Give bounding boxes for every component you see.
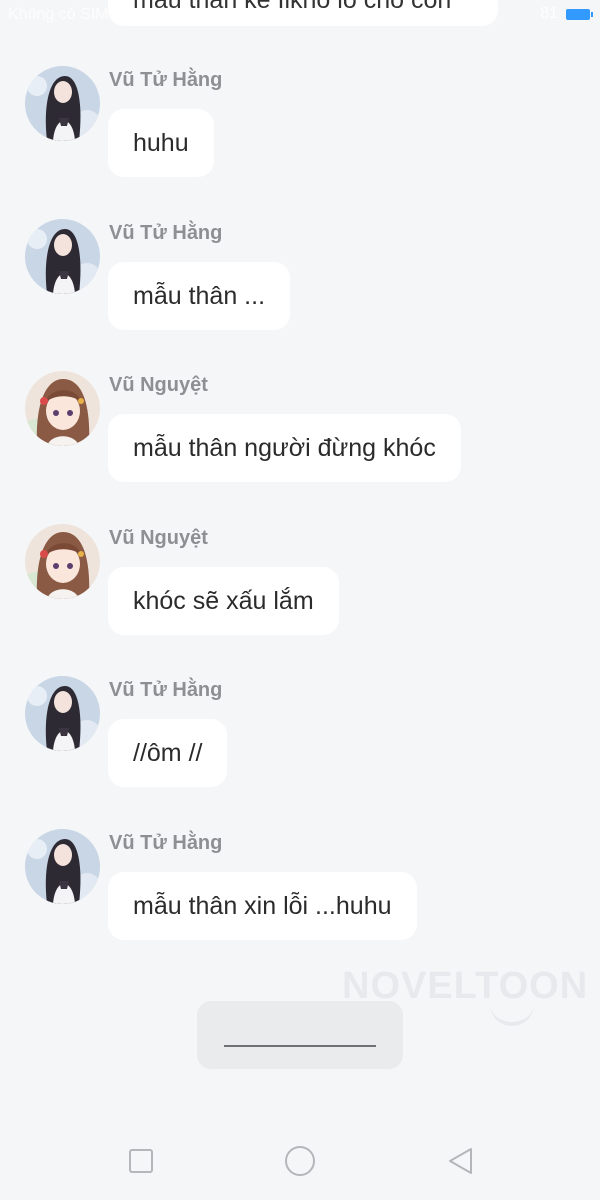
vu-nguyet-avatar[interactable] xyxy=(25,371,100,446)
input-underline xyxy=(224,1045,376,1047)
message-bubble: khóc sẽ xấu lắm xyxy=(108,566,339,635)
message-row: Vũ Nguyệt mẫu thân người đừng khóc xyxy=(0,371,600,501)
sender-name: Vũ Tử Hằng xyxy=(109,831,223,854)
square-recents-icon[interactable] xyxy=(124,1144,158,1178)
message-row: Vũ Tử Hằng mẫu thân xin lỗi ...huhu xyxy=(0,828,600,959)
message-row: Vũ Tử Hằng //ôm // xyxy=(0,676,600,806)
message-bubble: mẫu thân ... xyxy=(108,261,291,330)
triangle-back-icon[interactable] xyxy=(443,1144,477,1178)
sender-name: Vũ Nguyệt xyxy=(109,526,208,549)
sender-name: Vũ Tử Hằng xyxy=(109,69,223,91)
message-bubble: //ôm // xyxy=(108,719,228,787)
message-bubble: huhu xyxy=(108,109,214,177)
sender-name: Vũ Nguyệt xyxy=(109,374,208,396)
vu-tu-hang-avatar[interactable] xyxy=(25,828,100,904)
partial-message-text: mẫu thân kể Iikhô lo cho con xyxy=(133,0,452,14)
partial-message-bubble: mẫu thân kể Iikhô lo cho con xyxy=(108,0,498,26)
battery-icon xyxy=(566,8,593,20)
vu-tu-hang-avatar[interactable] xyxy=(25,218,100,294)
vu-nguyet-avatar[interactable] xyxy=(25,523,100,599)
status-right: 81 xyxy=(540,5,593,23)
sender-name: Vũ Tử Hằng xyxy=(109,679,223,701)
system-nav-bar xyxy=(0,1120,600,1200)
message-row: Vũ Nguyệt khóc sẽ xấu lắm xyxy=(0,523,600,654)
battery-percent: 81 xyxy=(540,5,558,22)
vu-tu-hang-avatar[interactable] xyxy=(25,66,100,141)
message-bubble: mẫu thân người đừng khóc xyxy=(108,414,461,482)
vu-tu-hang-avatar[interactable] xyxy=(25,676,100,751)
continue-input[interactable] xyxy=(197,1001,403,1069)
carrier-label: Không có SIM xyxy=(8,6,109,23)
sender-name: Vũ Tử Hằng xyxy=(109,221,223,244)
message-row: Vũ Tử Hằng huhu xyxy=(0,66,600,196)
watermark-smile-icon xyxy=(490,1004,534,1026)
circle-home-icon[interactable] xyxy=(283,1144,317,1178)
message-bubble: mẫu thân xin lỗi ...huhu xyxy=(108,871,417,940)
message-row: Vũ Tử Hằng mẫu thân ... xyxy=(0,218,600,349)
